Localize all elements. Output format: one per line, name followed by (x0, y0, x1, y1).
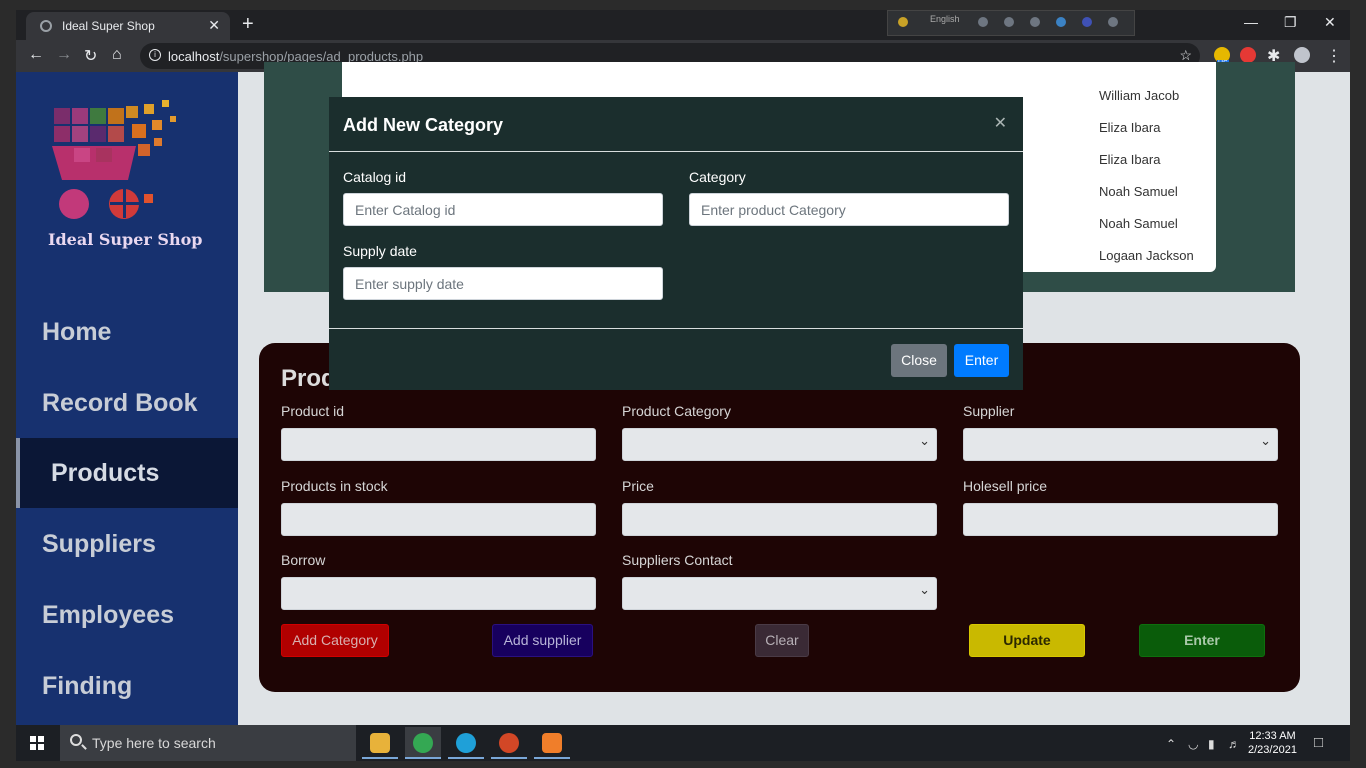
forward-arrow-icon[interactable]: → (56, 46, 72, 64)
chevron-up-icon[interactable]: ⌃ (1166, 737, 1176, 751)
products-in-stock-input[interactable] (281, 503, 596, 536)
powerpoint-icon[interactable] (491, 727, 527, 759)
table-cell-supplier: William Jacob (1099, 88, 1180, 103)
table-cell-supplier: Eliza Ibara (1099, 120, 1161, 135)
product-category-select[interactable] (622, 428, 937, 461)
clock-time: 12:33 AM (1249, 730, 1296, 742)
category-input[interactable] (689, 193, 1009, 226)
minimize-icon[interactable]: — (1244, 14, 1258, 30)
modal-enter-button[interactable]: Enter (954, 344, 1009, 377)
borrow-input[interactable] (281, 577, 596, 610)
info-icon[interactable]: i (149, 49, 161, 61)
modal-footer-divider (329, 328, 1023, 329)
edge-icon[interactable] (448, 727, 484, 759)
category-label: Category (689, 169, 746, 185)
wifi-icon[interactable]: ◡ (1188, 737, 1198, 751)
table-cell-supplier: Noah Samuel (1099, 184, 1178, 199)
close-tab-icon[interactable]: ✕ (208, 17, 220, 34)
browser-tab[interactable]: Ideal Super Shop ✕ (26, 12, 230, 40)
holesell-price-input[interactable] (963, 503, 1278, 536)
sidebar-item-record-book[interactable]: Record Book (16, 368, 238, 438)
table-cell-supplier: Eliza Ibara (1099, 152, 1161, 167)
products-in-stock-label: Products in stock (281, 478, 388, 494)
sidebar-item-finding[interactable]: Finding (16, 651, 238, 721)
supplier-label: Supplier (963, 403, 1015, 419)
enter-button[interactable]: Enter (1139, 624, 1265, 657)
holesell-price-label: Holesell price (963, 478, 1048, 494)
add-category-modal: Add New Category ✕ Catalog id Category S… (329, 97, 1023, 390)
back-arrow-icon[interactable]: ← (28, 46, 44, 64)
borrow-label: Borrow (281, 552, 326, 568)
battery-icon[interactable]: ▮ (1208, 737, 1215, 751)
table-cell-supplier: Noah Samuel (1099, 216, 1178, 231)
product-category-label: Product Category (622, 403, 731, 419)
reload-icon[interactable]: ↻ (84, 46, 97, 66)
add-category-button[interactable]: Add Category (281, 624, 389, 657)
restore-icon[interactable]: ❐ (1284, 14, 1297, 31)
product-form: Prod Product id Product Category Supplie… (259, 343, 1300, 692)
close-button[interactable]: Close (891, 344, 947, 377)
language-bar: English (887, 10, 1135, 36)
close-window-icon[interactable]: ✕ (1324, 14, 1336, 31)
tab-bar: Ideal Super Shop ✕ + English — ❐ ✕ (16, 10, 1350, 40)
taskbar: Type here to search ⌃ ◡ ▮ ♬ 12:33 AM 2/2… (16, 725, 1350, 761)
modal-header-divider (329, 151, 1023, 152)
modal-title: Add New Category (343, 115, 504, 135)
toolbar-icon[interactable] (978, 17, 988, 27)
add-supplier-button[interactable]: Add supplier (492, 624, 593, 657)
browser-window: Ideal Super Shop ✕ + English — ❐ ✕ ← → ↻… (16, 10, 1350, 761)
home-icon[interactable]: ⌂ (112, 46, 122, 64)
sidebar-item-suppliers[interactable]: Suppliers (16, 509, 238, 579)
tab-title: Ideal Super Shop (62, 19, 155, 33)
price-label: Price (622, 478, 654, 494)
suppliers-contact-label: Suppliers Contact (622, 552, 733, 568)
clear-button[interactable]: Clear (755, 624, 809, 657)
gear-icon[interactable] (1030, 17, 1040, 27)
search-placeholder: Type here to search (92, 735, 216, 751)
supply-date-input[interactable] (343, 267, 663, 300)
input-method-icon[interactable] (898, 17, 908, 27)
sidebar: Ideal Super Shop Home Record Book Produc… (16, 72, 238, 725)
catalog-id-input[interactable] (343, 193, 663, 226)
suppliers-contact-select[interactable] (622, 577, 937, 610)
url-host: localhost (168, 49, 220, 64)
supply-date-label: Supply date (343, 243, 417, 259)
close-icon[interactable]: ✕ (994, 113, 1007, 133)
power-icon[interactable] (1108, 17, 1118, 27)
notification-icon[interactable]: □ (1314, 734, 1323, 751)
form-title: Prod (281, 365, 336, 392)
product-id-label: Product id (281, 403, 345, 419)
shop-logo (52, 100, 176, 219)
clock-date: 2/23/2021 (1248, 744, 1297, 756)
table-cell-supplier: Logaan Jackson (1099, 248, 1194, 263)
supplier-select[interactable] (963, 428, 1278, 461)
sidebar-item-home[interactable]: Home (16, 297, 238, 367)
volume-icon[interactable]: ♬ (1228, 737, 1240, 751)
windows-start-icon[interactable] (30, 736, 44, 750)
search-icon (70, 734, 82, 746)
price-input[interactable] (622, 503, 937, 536)
taskbar-clock[interactable]: 12:33 AM 2/23/2021 (1248, 729, 1297, 757)
sidebar-item-products[interactable]: Products (16, 438, 238, 508)
toolbar-icon[interactable] (1004, 17, 1014, 27)
sidebar-item-employees[interactable]: Employees (16, 580, 238, 650)
extension-icon[interactable] (1240, 47, 1256, 63)
avatar[interactable] (1294, 47, 1310, 63)
language-indicator[interactable]: English (930, 14, 960, 24)
product-id-input[interactable] (281, 428, 596, 461)
update-button[interactable]: Update (969, 624, 1085, 657)
globe-icon (40, 20, 52, 32)
file-explorer-icon[interactable] (362, 727, 398, 759)
chrome-icon[interactable] (405, 727, 441, 759)
help-icon[interactable] (1082, 17, 1092, 27)
menu-icon[interactable]: ⋮ (1326, 46, 1342, 66)
taskbar-search[interactable]: Type here to search (60, 725, 356, 761)
xampp-icon[interactable] (534, 727, 570, 759)
edge-icon[interactable] (1056, 17, 1066, 27)
new-tab-button[interactable]: + (242, 13, 254, 36)
page-content: Ideal Super Shop Home Record Book Produc… (16, 62, 1350, 725)
catalog-id-label: Catalog id (343, 169, 407, 185)
logo-text: Ideal Super Shop (48, 230, 203, 249)
